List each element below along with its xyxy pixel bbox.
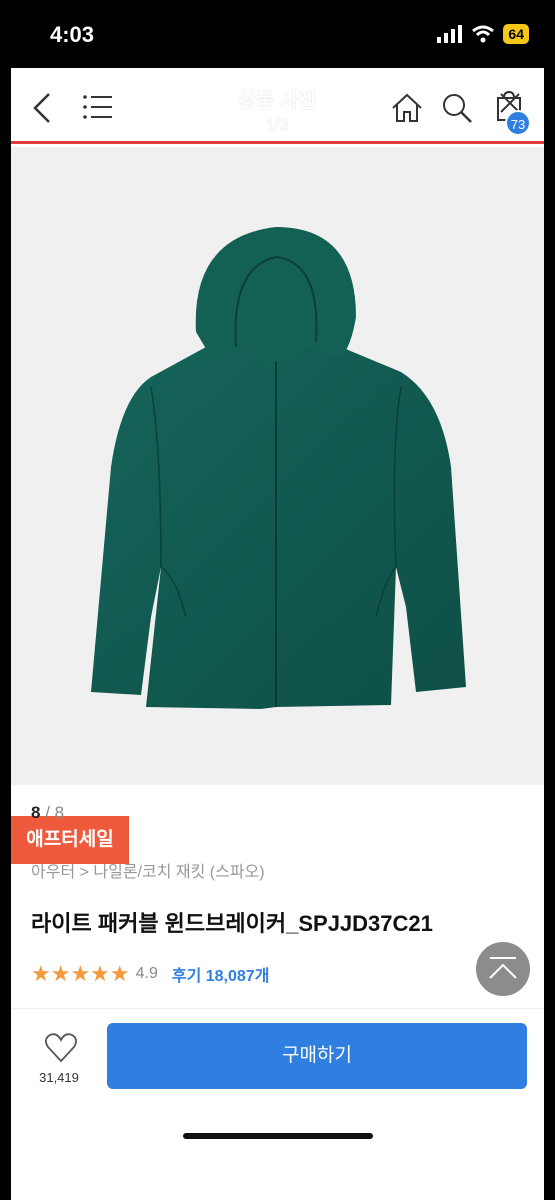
review-count-link[interactable]: 후기 18,087개	[172, 962, 270, 986]
home-icon[interactable]	[391, 92, 423, 124]
jacket-image	[91, 227, 466, 709]
battery-indicator: 64	[503, 24, 529, 44]
purchase-bar: 31,419 구매하기	[11, 1008, 544, 1108]
product-photo[interactable]: 애프터세일	[11, 147, 544, 864]
scroll-to-top-button[interactable]	[476, 942, 530, 996]
page-title: 상품 사진	[237, 90, 317, 112]
app-screen: 상품 사진 1/3 73 애프터세일 8 / 8 아우터 > 나일론/코치 재킷…	[11, 68, 544, 1200]
photo-index: 8 / 8	[31, 803, 64, 823]
top-navigation-bar: 상품 사진 1/3 73	[11, 68, 544, 144]
status-time: 4:03	[50, 22, 95, 47]
sale-tag: 애프터세일	[11, 816, 129, 864]
signal-icon	[437, 25, 463, 43]
arrow-up-icon	[489, 957, 517, 979]
star-rating-icon: ★★★★★	[31, 961, 130, 986]
wifi-icon	[472, 25, 495, 43]
rating-row: ★★★★★ 4.9 후기 18,087개	[31, 961, 269, 987]
photo-index-separator: /	[40, 803, 55, 822]
search-icon[interactable]	[441, 92, 473, 124]
buy-button[interactable]: 구매하기	[107, 1023, 527, 1089]
cart-count-badge: 73	[505, 110, 531, 136]
menu-icon[interactable]	[83, 94, 113, 120]
back-icon[interactable]	[31, 92, 55, 124]
photo-index-total: 8	[54, 803, 65, 822]
product-name: 라이트 패커블 윈드브레이커_SPJJD37C21	[31, 911, 433, 936]
rating-value: 4.9	[135, 965, 158, 982]
heart-icon	[45, 1033, 77, 1063]
header-title-group: 상품 사진 1/3	[177, 84, 377, 135]
status-bar: 4:03 64	[0, 0, 555, 68]
category-breadcrumb[interactable]: 아우터 > 나일론/코치 재킷 (스파오)	[31, 858, 265, 882]
wishlist-count: 31,419	[39, 1070, 79, 1085]
home-indicator	[183, 1133, 373, 1139]
status-icons: 64	[437, 24, 529, 44]
photo-counter: 1/3	[265, 117, 289, 134]
